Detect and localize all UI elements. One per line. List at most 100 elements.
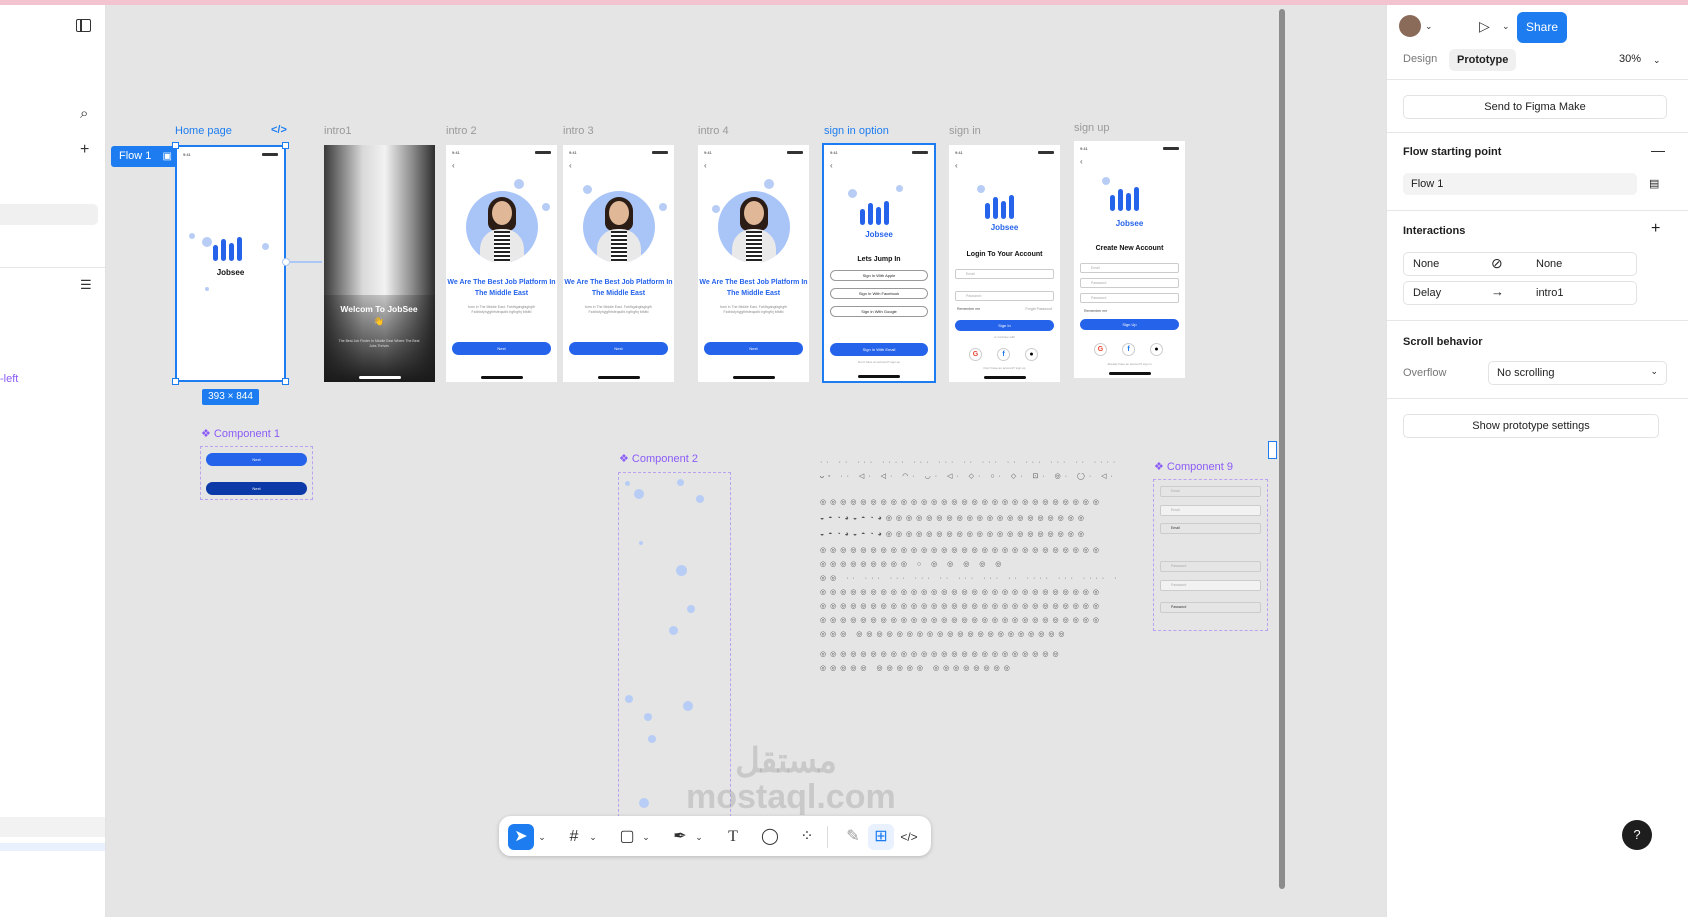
- component-9-inputs[interactable]: Email Email Email Password Password Pass…: [1153, 479, 1268, 631]
- password-input-filled[interactable]: Password: [1160, 602, 1261, 613]
- actions-tool-icon[interactable]: ⁘: [794, 824, 820, 850]
- icon-grid-row[interactable]: ᴗ◦ ·· ◁· ◁· ◠· ◡· ◁· ◇· ○· ◇· ⊡· ◎· ◯· ◁…: [820, 473, 1120, 481]
- back-icon[interactable]: ‹: [830, 161, 833, 170]
- chevron-down-icon[interactable]: ⌄: [1425, 21, 1433, 32]
- signup-footer[interactable]: Don't have an account? sign up: [824, 360, 934, 364]
- signup-button[interactable]: Sign Up: [1080, 319, 1179, 330]
- component-label[interactable]: ❖ Component 9: [1154, 460, 1233, 473]
- back-icon[interactable]: ‹: [452, 161, 455, 170]
- prototype-connection[interactable]: [290, 261, 322, 263]
- back-icon[interactable]: ‹: [569, 161, 572, 170]
- frame-home-page[interactable]: 9:41 Jobsee: [175, 145, 286, 382]
- password-input-default[interactable]: Password: [1160, 561, 1261, 572]
- password-field[interactable]: Password: [955, 291, 1054, 301]
- frame-intro4[interactable]: 9:41 ‹ We Are The Best Job Platform In T…: [698, 145, 809, 382]
- chevron-down-icon[interactable]: ⌄: [587, 824, 599, 850]
- frame-label-intro2[interactable]: intro 2: [446, 125, 477, 137]
- layer-row-highlight[interactable]: [0, 843, 105, 851]
- frame-tool-icon[interactable]: #: [561, 824, 587, 850]
- tab-prototype[interactable]: Prototype: [1449, 49, 1517, 71]
- frame-intro2[interactable]: 9:41 ‹ We Are The Best Job Platform In T…: [446, 145, 557, 382]
- facebook-icon[interactable]: f: [997, 348, 1010, 361]
- flow-tag[interactable]: Flow 1 ▣: [111, 146, 177, 167]
- interaction-row[interactable]: None ⊘ None: [1403, 252, 1637, 276]
- signin-footer[interactable]: Already have an account? sign in: [1074, 362, 1185, 366]
- google-icon[interactable]: G: [969, 348, 982, 361]
- share-button[interactable]: Share: [1517, 12, 1567, 43]
- component-label[interactable]: ❖ Component 1: [201, 427, 280, 440]
- flow-play-icon[interactable]: ▣: [163, 146, 172, 167]
- facebook-signin-button[interactable]: Sign In With Facebook: [830, 288, 928, 299]
- frame-signin-option[interactable]: 9:41 ‹ Jobsee Lets Jump In Sign In With …: [822, 143, 936, 383]
- signup-footer[interactable]: Don't have an account? sign up: [949, 366, 1060, 370]
- resize-handle[interactable]: [172, 142, 179, 149]
- frame-signin[interactable]: 9:41 ‹ Jobsee Login To Your Account Emai…: [949, 145, 1060, 382]
- facebook-icon[interactable]: f: [1122, 343, 1135, 356]
- next-button[interactable]: Next: [569, 342, 668, 355]
- draw-tool-icon[interactable]: ✎: [840, 824, 866, 850]
- frame-label-intro1[interactable]: intro1: [324, 125, 352, 137]
- remember-me[interactable]: Remember me: [957, 307, 980, 311]
- overflow-select[interactable]: No scrolling ⌄: [1488, 361, 1667, 385]
- comment-tool-icon[interactable]: ◯: [757, 824, 783, 850]
- next-button[interactable]: Next: [704, 342, 803, 355]
- chevron-down-icon[interactable]: ⌄: [536, 824, 548, 850]
- search-icon[interactable]: ⌕: [80, 105, 88, 122]
- vertical-scrollbar[interactable]: [1279, 9, 1285, 889]
- icon-grid-row[interactable]: ◎◎◎◎◎ ◎◎◎◎◎ ◎◎◎◎◎◎◎◎: [820, 665, 1120, 673]
- connection-node[interactable]: [282, 258, 290, 266]
- email-input-filled[interactable]: Email: [1160, 523, 1261, 534]
- remember-me[interactable]: Remember me: [1084, 309, 1107, 313]
- design-canvas[interactable]: Flow 1 ▣ Home page </> 9:41 Jobsee 393 ×…: [106, 5, 1386, 917]
- component-1[interactable]: Next Next: [200, 446, 313, 500]
- resize-handle[interactable]: [172, 378, 179, 385]
- next-button-variant[interactable]: Next: [206, 453, 307, 466]
- apple-icon[interactable]: ●: [1150, 343, 1163, 356]
- layer-options-icon[interactable]: ☰: [80, 277, 92, 293]
- icon-grid-row[interactable]: ◎◎◎◎◎◎◎◎◎ ○ ◎ ◎ ◎ ◎ ◎: [820, 561, 1120, 569]
- frame-intro3[interactable]: 9:41 ‹ We Are The Best Job Platform In T…: [563, 145, 674, 382]
- email-input-hover[interactable]: Email: [1160, 505, 1261, 516]
- icon-grid-row[interactable]: ◒◓◔◕◒◓◔◕◎◎◎◎◎◎◎◎◎◎◎◎◎◎◎◎◎◎◎◎: [820, 515, 1120, 523]
- avatar[interactable]: [1399, 15, 1421, 37]
- zoom-level[interactable]: 30%: [1619, 53, 1641, 65]
- next-button-pressed[interactable]: Next: [206, 482, 307, 495]
- add-page-icon[interactable]: +: [80, 141, 89, 159]
- frame-label-intro3[interactable]: intro 3: [563, 125, 594, 137]
- remove-icon[interactable]: —: [1651, 142, 1665, 158]
- frame-label-intro4[interactable]: intro 4: [698, 125, 729, 137]
- icon-grid-row[interactable]: ◎◎◎ ◎◎◎◎◎◎◎◎◎◎◎◎◎◎◎◎◎◎◎◎◎: [820, 631, 1120, 639]
- layer-row[interactable]: [0, 817, 105, 837]
- toggle-sidebar-icon[interactable]: [76, 19, 91, 32]
- next-button[interactable]: Next: [452, 342, 551, 355]
- icon-grid-row[interactable]: ◎◎◎◎◎◎◎◎◎◎◎◎◎◎◎◎◎◎◎◎◎◎◎◎◎◎◎◎: [820, 499, 1120, 507]
- resize-handle[interactable]: [282, 142, 289, 149]
- help-button[interactable]: ?: [1622, 820, 1652, 850]
- dev-mode-icon[interactable]: ⊞: [868, 824, 894, 850]
- apple-signin-button[interactable]: Sign In With Apple: [830, 270, 928, 281]
- frame-label-home[interactable]: Home page: [175, 125, 232, 137]
- show-prototype-settings-button[interactable]: Show prototype settings: [1403, 414, 1659, 438]
- flow-name-field[interactable]: Flow 1: [1403, 173, 1637, 195]
- email-field[interactable]: Email: [955, 269, 1054, 279]
- layer-item-label[interactable]: -left: [0, 373, 18, 385]
- icon-grid-row[interactable]: ◒◓◔◕◒◓◔◕◎◎◎◎◎◎◎◎◎◎◎◎◎◎◎◎◎◎◎◎: [820, 531, 1120, 539]
- confirm-password-field[interactable]: Password: [1080, 293, 1179, 303]
- frame-signup[interactable]: 9:41 ‹ Jobsee Create New Account Email P…: [1074, 141, 1185, 378]
- email-field[interactable]: Email: [1080, 263, 1179, 273]
- forgot-password-link[interactable]: Forget Password: [1026, 307, 1052, 311]
- icon-grid-row[interactable]: ◎◎ ·· ··· ··· ··· ·· ··· ··· ·· ···· ···…: [820, 575, 1120, 583]
- google-signin-button[interactable]: Sign In With Google: [830, 306, 928, 317]
- present-icon[interactable]: ▷: [1479, 18, 1490, 35]
- code-tool-icon[interactable]: </>: [896, 824, 922, 850]
- add-interaction-icon[interactable]: +: [1651, 220, 1660, 238]
- send-to-figma-make-button[interactable]: Send to Figma Make: [1403, 95, 1667, 119]
- frame-label-signin[interactable]: sign in: [949, 125, 981, 137]
- interaction-row[interactable]: Delay → intro1: [1403, 281, 1637, 305]
- chevron-down-icon[interactable]: ⌄: [693, 824, 705, 850]
- layer-marker[interactable]: [1268, 441, 1277, 459]
- text-tool-icon[interactable]: T: [720, 824, 746, 850]
- chevron-down-icon[interactable]: ⌄: [640, 824, 652, 850]
- frame-label-signin-option[interactable]: sign in option: [824, 125, 889, 137]
- icon-grid-row[interactable]: ◎◎◎◎◎◎◎◎◎◎◎◎◎◎◎◎◎◎◎◎◎◎◎◎◎◎◎◎: [820, 603, 1120, 611]
